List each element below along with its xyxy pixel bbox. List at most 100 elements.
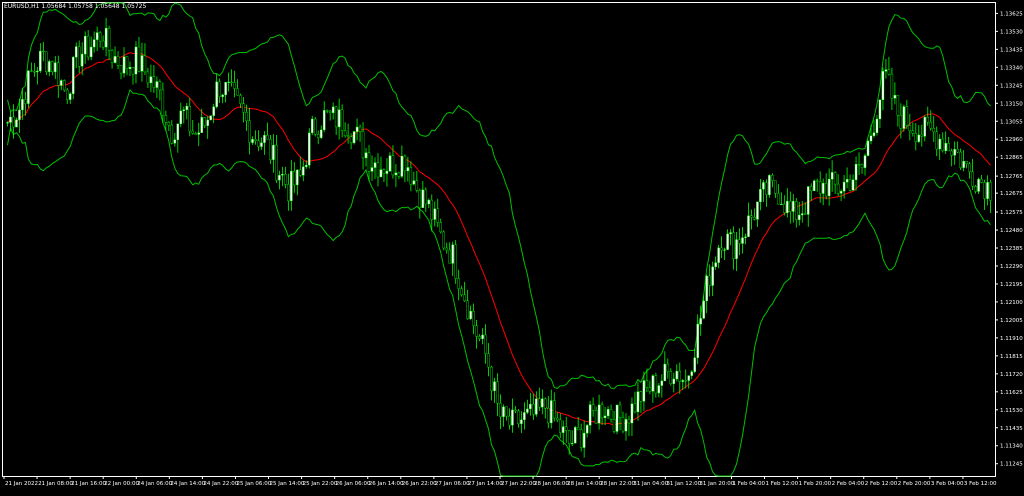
candle	[125, 56, 129, 76]
candle	[789, 191, 792, 224]
candle	[155, 76, 159, 99]
candle-body	[442, 231, 445, 249]
candle-body	[469, 310, 472, 319]
candle	[484, 324, 487, 364]
candle	[690, 369, 693, 380]
candle-body	[687, 375, 690, 381]
price-tick-label: 1.12290	[1000, 264, 1023, 270]
candle	[845, 167, 849, 189]
candle	[932, 115, 935, 142]
candle-body	[436, 208, 439, 223]
candle-body	[561, 426, 565, 433]
candle	[95, 26, 99, 52]
candle-body	[200, 117, 203, 133]
candle	[735, 231, 738, 272]
candle	[230, 69, 233, 87]
candle-body	[24, 99, 27, 104]
candle-body	[926, 116, 930, 123]
candle-body	[801, 213, 804, 216]
candle-body	[466, 300, 469, 319]
candle-body	[869, 135, 873, 142]
candle	[472, 303, 475, 335]
candle	[738, 228, 741, 256]
candle	[732, 226, 735, 270]
candle-body	[239, 95, 242, 104]
candle	[113, 46, 117, 64]
candle-body	[355, 126, 359, 132]
candle-body	[514, 409, 517, 412]
candle	[364, 147, 368, 167]
candle	[573, 425, 577, 444]
time-tick-label: 3 Feb 04:00	[931, 481, 964, 487]
candle-body	[824, 182, 828, 197]
candle-body	[848, 179, 852, 191]
chart-window[interactable]: EURUSD,H1 1.05684 1.05758 1.05648 1.0572…	[0, 0, 1024, 492]
time-tick-label: 25 Jan 14:00	[270, 481, 305, 487]
candle-body	[95, 32, 99, 40]
candle-body	[143, 55, 147, 73]
candle	[505, 406, 508, 421]
candle	[962, 150, 965, 172]
candle-body	[314, 118, 317, 135]
price-tick-label: 1.12480	[1000, 228, 1023, 234]
candle-body	[714, 262, 717, 267]
candle-body	[666, 363, 670, 372]
candle	[469, 305, 472, 321]
candle-body	[582, 432, 586, 448]
candle	[68, 92, 72, 104]
candle-body	[131, 67, 135, 75]
candle	[663, 351, 667, 382]
candle-body	[902, 106, 906, 129]
candle	[397, 171, 401, 180]
candle	[272, 134, 275, 173]
candle-body	[260, 142, 263, 147]
candle	[839, 189, 843, 202]
candle	[753, 208, 756, 221]
candle-body	[451, 244, 454, 264]
candle-body	[833, 172, 837, 185]
candle	[553, 392, 556, 422]
candle-body	[194, 133, 197, 135]
candle-body	[947, 143, 950, 152]
candle-body	[400, 155, 404, 177]
candle	[36, 66, 39, 85]
candle-body	[600, 404, 604, 419]
candle	[559, 413, 562, 439]
candle-body	[227, 81, 230, 83]
candle-body	[27, 70, 30, 104]
candle	[227, 72, 230, 92]
candle-body	[663, 363, 667, 382]
candle-body	[588, 404, 592, 426]
candle	[929, 110, 932, 131]
price-chart[interactable]: 1.13625 1.13530 1.13435 1.13340 1.13245 1.131…	[0, 0, 1024, 492]
candle-body	[696, 323, 699, 358]
candle	[508, 408, 511, 430]
candle	[815, 178, 819, 192]
candle	[544, 397, 547, 419]
candle-body	[535, 398, 538, 415]
candle-body	[221, 94, 224, 97]
candle-body	[212, 106, 215, 116]
candle-body	[660, 380, 664, 386]
candle-body	[699, 318, 702, 325]
candle-body	[218, 81, 221, 97]
candle-body	[51, 61, 54, 73]
candle	[597, 394, 601, 430]
candle	[639, 390, 643, 413]
price-tick-label: 1.12100	[1000, 300, 1023, 306]
candle	[956, 141, 959, 154]
candle-body	[487, 353, 490, 368]
candle-body	[406, 167, 410, 172]
candle	[953, 141, 956, 165]
candle	[917, 125, 921, 144]
time-tick-label: 25 Jan 06:00	[236, 481, 271, 487]
candle-body	[977, 178, 980, 192]
candle	[394, 164, 398, 188]
candle-body	[896, 95, 900, 116]
candle	[478, 334, 481, 342]
candle	[564, 416, 568, 443]
time-tick-label: 2 Feb 12:00	[865, 481, 898, 487]
candle-body	[648, 387, 652, 392]
candle-body	[155, 81, 159, 88]
candle	[651, 374, 655, 403]
